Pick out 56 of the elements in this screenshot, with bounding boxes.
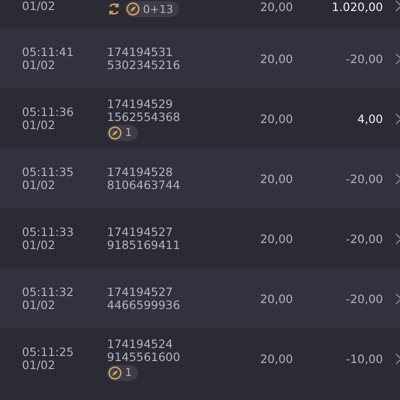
bonus-count: 0+13 — [143, 2, 174, 16]
date-text: 01/02 — [22, 299, 56, 312]
win-amount: -20,00 — [344, 292, 383, 306]
history-row[interactable]: 05:11:35 01/02 174194528 8106463744 20,00 -20,00 — [0, 149, 400, 209]
compass-icon — [126, 2, 140, 16]
win-amount: -20,00 — [344, 232, 383, 246]
bonus-count: 1 — [125, 366, 132, 379]
history-row[interactable]: 05:11:41 01/02 174194531 5302345216 20,00 -20,00 — [0, 29, 400, 89]
bet-amount: 20,00 — [259, 172, 293, 186]
chevron-right-icon — [395, 0, 400, 12]
win-amount: 4,00 — [356, 112, 383, 126]
time-text: 05:11:25 — [22, 346, 75, 359]
bet-amount: 20,00 — [259, 0, 293, 14]
date-text: 01/02 — [22, 119, 56, 132]
round-id: 174194528 — [107, 166, 174, 179]
win-amount: -20,00 — [344, 52, 383, 66]
refresh-icon — [107, 2, 121, 16]
date-text: 01/02 — [22, 239, 56, 252]
chevron-right-icon — [395, 353, 400, 365]
round-id: 9185169411 — [107, 239, 182, 252]
chevron-right-icon — [395, 53, 400, 65]
round-id: 174194527 — [107, 226, 174, 239]
round-id: 1562554368 — [107, 110, 182, 124]
bonus-count: 1 — [125, 126, 132, 139]
time-text: 05:11:33 — [22, 226, 75, 239]
round-id: 8106463744 — [107, 179, 182, 192]
chevron-right-icon — [395, 233, 400, 245]
round-id: 174194527 — [107, 286, 174, 299]
chevron-right-icon — [395, 113, 400, 125]
round-id: 174194531 — [107, 46, 174, 59]
win-amount: -20,00 — [344, 172, 383, 186]
round-id: 5302345216 — [107, 59, 182, 72]
chevron-right-icon — [395, 293, 400, 305]
win-amount: 1.020,00 — [330, 0, 383, 14]
time-text: 05:11:32 — [22, 286, 75, 299]
bet-amount: 20,00 — [259, 112, 293, 126]
compass-icon — [108, 126, 122, 140]
round-id: 174194524 — [107, 338, 174, 350]
bet-amount: 20,00 — [259, 352, 293, 366]
date-text: 01/02 — [22, 179, 56, 192]
round-id: 9145561600 — [107, 350, 182, 364]
bet-amount: 20,00 — [259, 52, 293, 66]
date-text: 01/02 — [22, 359, 56, 372]
chevron-right-icon — [395, 173, 400, 185]
date-text: 01/02 — [22, 59, 56, 72]
win-amount: -10,00 — [344, 352, 383, 366]
time-text: 05:11:36 — [22, 106, 75, 119]
history-row[interactable]: 05:11:32 01/02 174194527 4466599936 20,00 -20,00 — [0, 269, 400, 329]
time-text: 05:11:41 — [22, 46, 75, 59]
round-id: 4466599936 — [107, 299, 182, 312]
bet-amount: 20,00 — [259, 232, 293, 246]
compass-icon — [108, 366, 122, 380]
round-id: 174194529 — [107, 98, 174, 110]
time-text: 05:11:35 — [22, 166, 75, 179]
bet-amount: 20,00 — [259, 292, 293, 306]
date-text: 01/02 — [22, 0, 56, 13]
